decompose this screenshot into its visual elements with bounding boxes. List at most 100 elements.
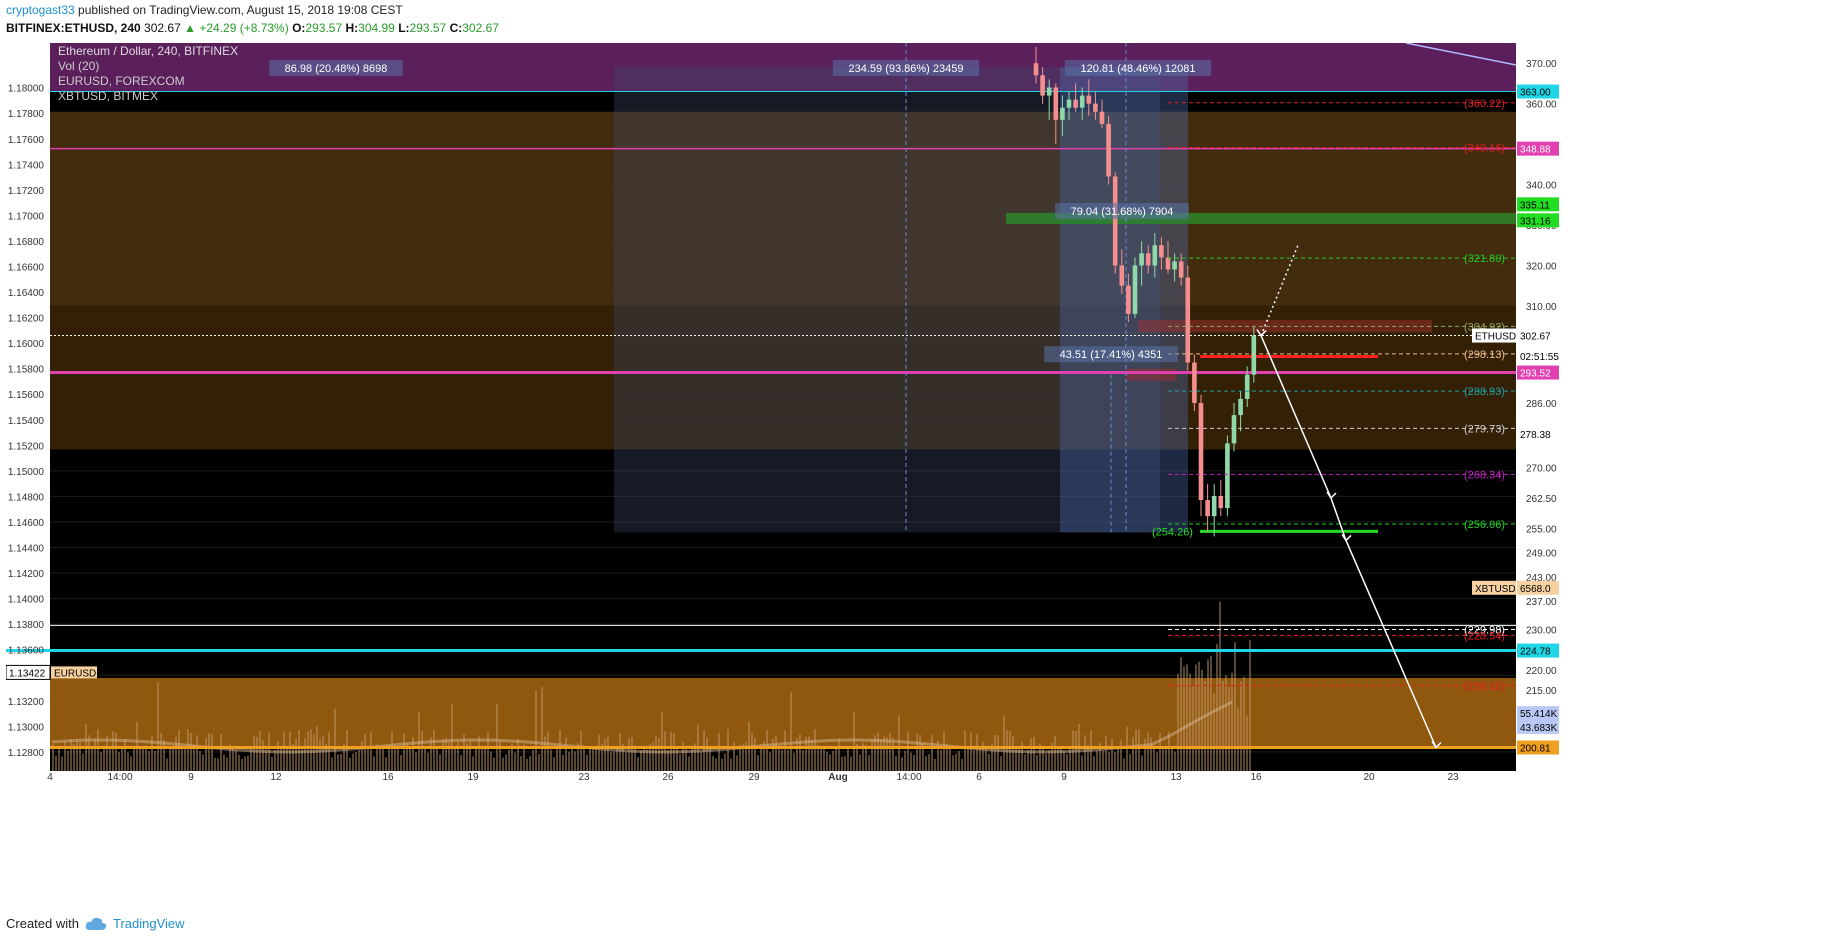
volume-bar: [157, 682, 159, 771]
volume-bar: [637, 756, 639, 771]
volume-bar: [559, 730, 561, 771]
volume-bar: [1162, 748, 1164, 771]
fib-label: (321.80): [1464, 253, 1505, 265]
volume-bar: [442, 740, 444, 771]
range-label: 43.51 (17.41%) 4351: [1060, 349, 1163, 361]
volume-bar: [925, 756, 927, 771]
volume-bar: [64, 741, 66, 771]
candle: [1192, 362, 1197, 403]
volume-bar: [556, 747, 558, 771]
volume-bar: [115, 732, 117, 771]
volume-bar: [658, 737, 660, 771]
left-tick-label: 1.14600: [8, 518, 45, 529]
volume-bar: [286, 746, 288, 771]
volume-bar: [235, 750, 237, 771]
volume-bar: [721, 758, 723, 771]
price-badge: 43.683K: [1520, 723, 1558, 734]
volume-bar: [295, 738, 297, 771]
left-tick-label: 1.14400: [8, 543, 45, 554]
volume-bar: [583, 748, 585, 771]
volume-bar: [592, 749, 594, 771]
left-tick-label: 1.16800: [8, 237, 45, 248]
volume-bar: [724, 753, 726, 771]
left-tick-label: 1.15400: [8, 416, 45, 427]
price-badge: 335.11: [1520, 200, 1550, 211]
volume-bar: [889, 732, 891, 771]
volume-bar: [337, 754, 339, 771]
volume-bar: [565, 737, 567, 771]
volume-bar: [436, 748, 438, 771]
candle: [1244, 374, 1250, 399]
volume-bar: [580, 730, 582, 771]
volume-bar: [751, 732, 753, 771]
volume-bar: [688, 756, 690, 771]
volume-bar: [1216, 643, 1218, 771]
volume-bar: [331, 757, 333, 771]
fib-label: (216.11): [1464, 681, 1504, 693]
price-badge: 6568.0: [1520, 584, 1551, 595]
volume-bar: [736, 755, 738, 771]
candle: [1046, 87, 1052, 96]
left-tick-label: 1.16000: [8, 339, 45, 350]
volume-bar: [271, 756, 273, 771]
zone-red-small: [1126, 368, 1176, 381]
volume-bar: [1195, 664, 1197, 771]
volume-bar: [304, 737, 306, 771]
price-chart[interactable]: (360.22)(349.16)(321.80)(304.92)(298.13)…: [6, 43, 1822, 911]
volume-bar: [94, 738, 96, 771]
volume-bar: [454, 748, 456, 771]
tradingview-link[interactable]: TradingView: [113, 916, 185, 931]
candle: [1093, 103, 1098, 112]
volume-bar: [1144, 738, 1146, 771]
fib-label: (256.06): [1464, 519, 1505, 531]
volume-bar: [994, 734, 996, 771]
volume-bar: [370, 732, 372, 771]
price-badge: 363.00: [1520, 88, 1551, 99]
price-badge: 278.38: [1520, 430, 1551, 441]
volume-bar: [181, 748, 183, 771]
volume-bar: [913, 754, 915, 771]
volume-bar: [451, 704, 453, 771]
volume-bar: [505, 754, 507, 771]
symbol-title: BITFINEX:ETHUSD, 240: [6, 21, 141, 35]
candle: [1066, 99, 1072, 108]
volume-bar: [124, 739, 126, 771]
price-badge: 302.67: [1520, 332, 1551, 343]
volume-bar: [829, 754, 831, 771]
volume-bar: [118, 751, 120, 771]
left-tick-label: 1.13000: [8, 722, 45, 733]
support-label: (254.26): [1152, 526, 1193, 538]
change-value: +24.29 (+8.73%): [199, 21, 289, 35]
high-label: H:: [345, 21, 359, 35]
volume-bar: [493, 757, 495, 771]
left-tick-label: 1.14800: [8, 492, 45, 503]
fib-label: (360.22): [1464, 98, 1505, 110]
volume-bar: [1114, 751, 1116, 771]
volume-bar: [859, 754, 861, 771]
volume-bar: [97, 729, 99, 771]
x-tick-label: Aug: [828, 772, 847, 783]
volume-bar: [220, 734, 222, 771]
volume-bar: [607, 736, 609, 771]
volume-bar: [1174, 751, 1176, 771]
volume-bar: [961, 758, 963, 771]
volume-bar: [100, 752, 102, 771]
volume-bar: [379, 746, 381, 771]
candle: [1086, 95, 1092, 104]
candle: [1165, 257, 1171, 270]
volume-bar: [1123, 758, 1125, 771]
volume-bar: [790, 692, 792, 771]
right-tick-label: 286.00: [1526, 399, 1557, 410]
author-name[interactable]: cryptogast33: [6, 3, 75, 17]
volume-bar: [385, 757, 387, 771]
volume-bar: [208, 732, 210, 771]
high-value: 304.99: [358, 21, 395, 35]
volume-bar: [541, 687, 543, 771]
left-tick-label: 1.17400: [8, 160, 45, 171]
volume-bar: [631, 737, 633, 771]
volume-bar: [1228, 686, 1230, 771]
volume-bar: [964, 730, 966, 771]
left-tick-label: 1.14200: [8, 569, 45, 580]
volume-bar: [154, 750, 156, 771]
volume-bar: [1102, 750, 1104, 771]
